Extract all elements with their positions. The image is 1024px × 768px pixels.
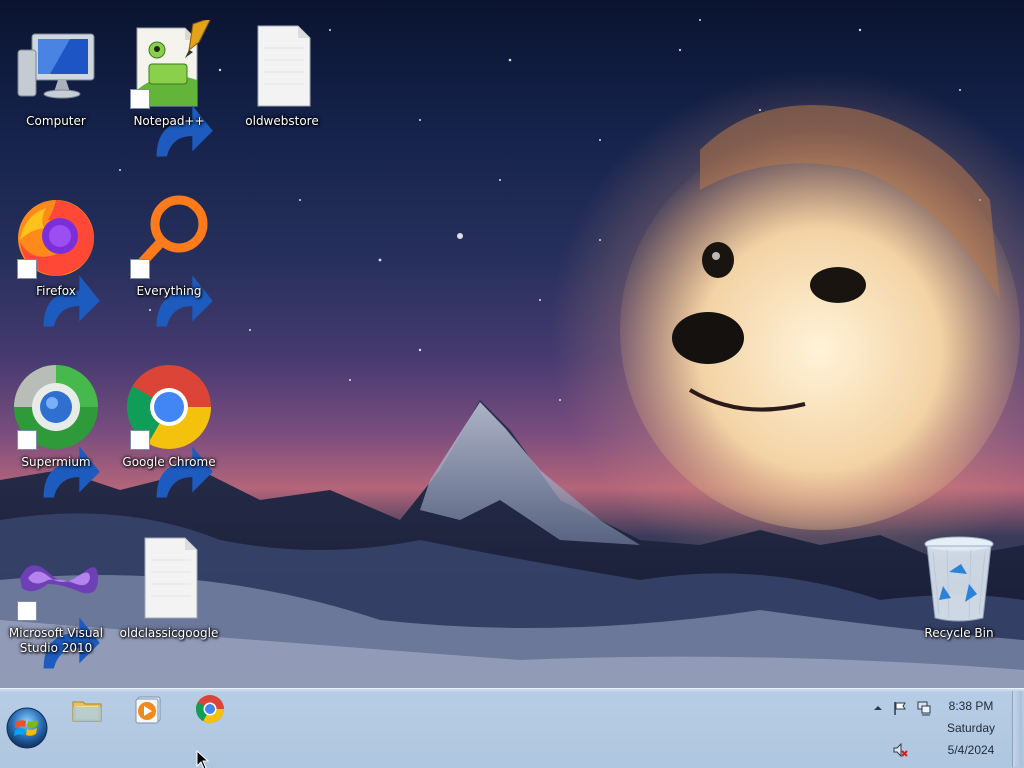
recycle-bin-icon [913, 532, 1005, 624]
desktop-icon-oldwebstore[interactable]: oldwebstore [227, 8, 337, 158]
system-tray: 8:38 PM Saturday 5/4/2024 [844, 689, 1024, 768]
windows-start-orb-icon [6, 707, 48, 749]
volume-muted-icon [893, 742, 908, 758]
desktop-icon-oldclassicgoogle[interactable]: oldclassicgoogle [114, 520, 224, 670]
desktop-icon-label: Google Chrome [122, 455, 216, 469]
action-center-button[interactable] [890, 699, 910, 717]
desktop-icon-computer[interactable]: Computer [1, 8, 111, 158]
media-player-icon [135, 696, 161, 724]
shortcut-arrow-icon [130, 259, 213, 327]
desktop-icon-label: Supermium [21, 455, 91, 469]
desktop-icon-label: Firefox [36, 284, 76, 298]
shortcut-arrow-icon [130, 89, 213, 157]
chrome-icon [123, 361, 215, 498]
shortcut-arrow-icon [17, 601, 100, 669]
chrome-icon [196, 695, 224, 723]
clock-day: Saturday [946, 721, 996, 735]
taskbar: 8:38 PM Saturday 5/4/2024 [0, 688, 1024, 768]
network-button[interactable] [914, 699, 934, 717]
desktop-icon-label: Computer [26, 114, 86, 128]
desktop-icon-label: Microsoft Visual Studio 2010 [8, 626, 104, 655]
shortcut-arrow-icon [17, 430, 100, 498]
desktop-icon-recycle-bin[interactable]: Recycle Bin [904, 520, 1014, 670]
volume-button[interactable] [890, 741, 910, 759]
desktop-icon-label: Notepad++ [133, 114, 205, 128]
action-center-flag-icon [894, 702, 906, 715]
show-desktop-button[interactable] [1012, 691, 1022, 767]
show-hidden-icons-button[interactable] [868, 699, 888, 717]
shortcut-arrow-icon [130, 430, 213, 498]
everything-search-icon [123, 190, 215, 327]
desktop-icon-firefox[interactable]: Firefox [1, 178, 111, 328]
taskbar-media-player[interactable] [126, 691, 170, 727]
file-explorer-icon [72, 701, 102, 722]
notepadpp-icon [123, 17, 215, 157]
desktop-icon-label: oldclassicgoogle [119, 626, 219, 640]
mouse-cursor-icon [196, 750, 210, 768]
desktop-icon-supermium[interactable]: Supermium [1, 349, 111, 499]
visual-studio-icon [10, 532, 102, 669]
supermium-icon [10, 361, 102, 498]
desktop-icon-google-chrome[interactable]: Google Chrome [114, 349, 224, 499]
taskbar-file-explorer[interactable] [65, 691, 109, 727]
clock-time: 8:38 PM [948, 699, 994, 713]
file-icon [236, 20, 328, 112]
show-hidden-icons-chevron [874, 706, 882, 710]
desktop-icon-label: Everything [136, 284, 202, 298]
shortcut-arrow-icon [17, 259, 100, 327]
start-button[interactable] [4, 705, 50, 751]
desktop-icon-label: Recycle Bin [924, 626, 994, 640]
network-icon [917, 701, 931, 716]
desktop-icon-visual-studio-2010[interactable]: Microsoft Visual Studio 2010 [1, 520, 111, 670]
firefox-icon [10, 190, 102, 327]
clock-date: 5/4/2024 [947, 743, 995, 757]
taskbar-google-chrome[interactable] [188, 691, 232, 727]
desktop-icon-notepadpp[interactable]: Notepad++ [114, 8, 224, 158]
computer-icon [10, 20, 102, 112]
file-icon [123, 532, 215, 624]
taskbar-clock[interactable]: 8:38 PM Saturday 5/4/2024 [936, 695, 1006, 761]
desktop-icon-label: oldwebstore [245, 114, 319, 128]
desktop-icon-everything[interactable]: Everything [114, 178, 224, 328]
